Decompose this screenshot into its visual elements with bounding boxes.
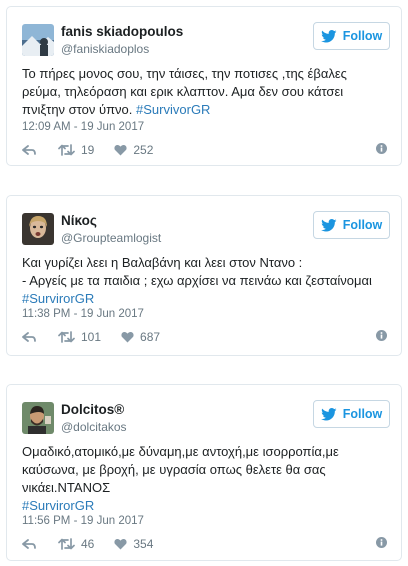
tweet-text: Και γυρίζει λεει η Βαλαβάνη και λεει στο… [22, 254, 389, 308]
follow-label: Follow [342, 407, 383, 421]
like-count: 687 [140, 330, 161, 344]
info-button[interactable] [376, 143, 387, 157]
twitter-bird-icon [320, 407, 337, 420]
user-name[interactable]: Νίκος [61, 213, 97, 229]
like-count: 354 [133, 537, 154, 551]
tweet-actions: 19 252 [22, 142, 387, 158]
avatar[interactable] [22, 213, 54, 245]
like-button[interactable]: 687 [121, 330, 160, 344]
timestamp[interactable]: 11:56 PM - 19 Jun 2017 [22, 514, 144, 528]
reply-icon [22, 539, 36, 549]
follow-label: Follow [342, 29, 383, 43]
twitter-bird-icon [320, 218, 337, 231]
timestamp[interactable]: 12:09 AM - 19 Jun 2017 [22, 120, 144, 134]
retweet-count: 46 [81, 537, 95, 551]
reply-button[interactable] [22, 331, 36, 343]
like-button[interactable]: 252 [114, 143, 153, 157]
like-button[interactable]: 354 [114, 537, 153, 551]
hashtag-link[interactable]: #SurvirorGR [22, 498, 94, 513]
retweet-button[interactable]: 101 [58, 330, 101, 344]
user-handle[interactable]: @dolcitakos [61, 420, 127, 435]
hashtag-link[interactable]: #SurvivorGR [136, 102, 210, 117]
user-name[interactable]: fanis skiadopoulos [61, 24, 183, 40]
tweet-body: Και γυρίζει λεει η Βαλαβάνη και λεει στο… [22, 255, 372, 288]
reply-button[interactable] [22, 144, 36, 156]
tweet-body: Ομαδικό,ατομικό,με δύναμη,με αντοχή,με ι… [22, 444, 339, 495]
tweet-actions: 101 687 [22, 329, 387, 345]
follow-button[interactable]: Follow [313, 211, 390, 239]
user-name[interactable]: Dolcitos® [61, 402, 124, 418]
timestamp[interactable]: 11:38 PM - 19 Jun 2017 [22, 307, 144, 321]
retweet-icon [58, 144, 75, 156]
info-button[interactable] [376, 537, 387, 551]
reply-icon [22, 332, 36, 342]
retweet-count: 19 [81, 143, 95, 157]
info-button[interactable] [376, 330, 387, 344]
retweet-button[interactable]: 46 [58, 537, 94, 551]
tweet-text: Το πήρες μονος σου, την τάισες, την ποτι… [22, 65, 389, 119]
retweet-icon [58, 538, 75, 550]
heart-icon [121, 331, 134, 343]
retweet-button[interactable]: 19 [58, 143, 94, 157]
heart-icon [114, 144, 127, 156]
follow-button[interactable]: Follow [313, 22, 390, 50]
heart-icon [114, 538, 127, 550]
twitter-bird-icon [320, 29, 337, 42]
follow-button[interactable]: Follow [313, 400, 390, 428]
retweet-count: 101 [81, 330, 102, 344]
tweet-text: Ομαδικό,ατομικό,με δύναμη,με αντοχή,με ι… [22, 443, 389, 515]
avatar[interactable] [22, 402, 54, 434]
reply-button[interactable] [22, 538, 36, 550]
tweet-card: Dolcitos® @dolcitakos Follow Ομαδικό,ατο… [6, 384, 402, 561]
reply-icon [22, 145, 36, 155]
info-icon [376, 330, 387, 341]
hashtag-link[interactable]: #SurvirorGR [22, 291, 94, 306]
like-count: 252 [133, 143, 154, 157]
info-icon [376, 537, 387, 548]
avatar[interactable] [22, 24, 54, 56]
tweet-card: Νίκος @Groupteamlogist Follow Και γυρίζε… [6, 195, 402, 356]
info-icon [376, 143, 387, 154]
user-handle[interactable]: @faniskiadoplos [61, 42, 149, 57]
retweet-icon [58, 331, 75, 343]
user-handle[interactable]: @Groupteamlogist [61, 231, 161, 246]
tweet-card: fanis skiadopoulos @faniskiadoplos Follo… [6, 6, 402, 166]
follow-label: Follow [342, 218, 383, 232]
tweet-actions: 46 354 [22, 536, 387, 552]
